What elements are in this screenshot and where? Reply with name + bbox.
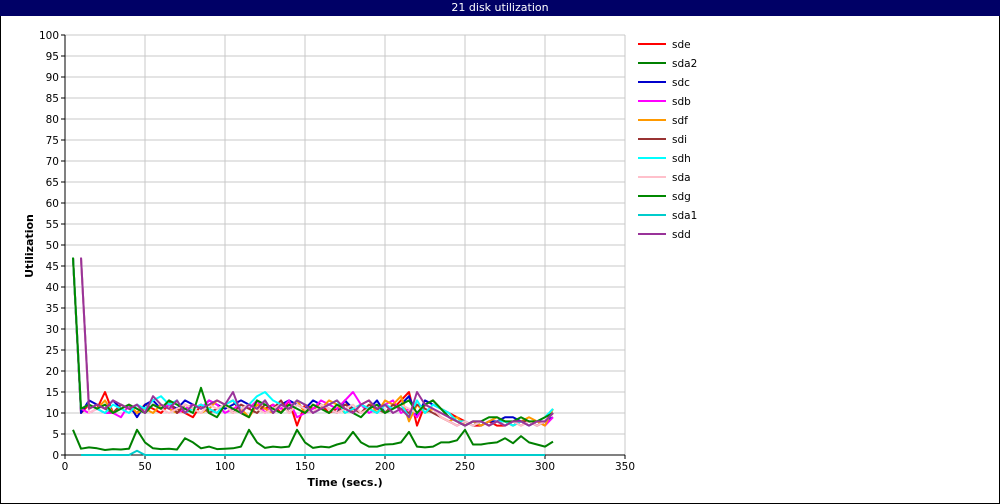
y-tick-label: 15 bbox=[46, 387, 59, 399]
y-tick-label: 55 bbox=[46, 219, 59, 231]
x-tick-label: 350 bbox=[615, 461, 635, 473]
x-tick-label: 250 bbox=[455, 461, 475, 473]
y-tick-label: 50 bbox=[46, 240, 59, 252]
x-tick-label: 100 bbox=[215, 461, 235, 473]
legend-label-sdi: sdi bbox=[672, 134, 687, 146]
legend-label-sdd: sdd bbox=[672, 229, 691, 241]
x-tick-label: 50 bbox=[138, 461, 151, 473]
y-tick-label: 90 bbox=[46, 72, 59, 84]
y-tick-label: 65 bbox=[46, 177, 59, 189]
legend-label-sdc: sdc bbox=[672, 77, 690, 89]
legend-label-sda2: sda2 bbox=[672, 58, 697, 70]
legend-layer: sde sda2 sdc sdb sdf sdi sdh sda sdg sda1 sdd bbox=[638, 39, 697, 241]
y-tick-label: 40 bbox=[46, 282, 59, 294]
grid-layer bbox=[64, 34, 626, 456]
legend-label-sde: sde bbox=[672, 39, 691, 51]
x-tick-label: 0 bbox=[62, 461, 69, 473]
x-tick-label: 300 bbox=[535, 461, 555, 473]
x-axis-label: Time (secs.) bbox=[307, 476, 382, 489]
y-tick-label: 5 bbox=[52, 429, 59, 441]
y-tick-label: 35 bbox=[46, 303, 59, 315]
legend-label-sda1: sda1 bbox=[672, 210, 697, 222]
y-tick-label: 0 bbox=[52, 450, 59, 462]
legend-label-sdh: sdh bbox=[672, 153, 691, 165]
legend-label-sda: sda bbox=[672, 172, 691, 184]
legend-label-sdg: sdg bbox=[672, 191, 691, 203]
y-tick-label: 20 bbox=[46, 366, 59, 378]
y-tick-label: 80 bbox=[46, 114, 59, 126]
x-tick-label: 150 bbox=[295, 461, 315, 473]
x-tick-label: 200 bbox=[375, 461, 395, 473]
y-tick-label: 70 bbox=[46, 156, 59, 168]
y-tick-label: 85 bbox=[46, 93, 59, 105]
y-tick-label: 25 bbox=[46, 345, 59, 357]
chart-svg: 0 5 10 15 20 25 30 35 40 45 50 55 60 65 70 75 80 85 90 95 10… bbox=[23, 30, 697, 489]
y-tick-label: 45 bbox=[46, 261, 59, 273]
y-tick-label: 60 bbox=[46, 198, 59, 210]
y-tick-label: 75 bbox=[46, 135, 59, 147]
y-tick-label: 10 bbox=[46, 408, 59, 420]
y-tick-label: 30 bbox=[46, 324, 59, 336]
legend-label-sdb: sdb bbox=[672, 96, 691, 108]
y-tick-label: 95 bbox=[46, 51, 59, 63]
y-axis-label: Utilization bbox=[23, 214, 36, 278]
legend-label-sdf: sdf bbox=[672, 115, 688, 127]
y-tick-label: 100 bbox=[39, 30, 59, 42]
